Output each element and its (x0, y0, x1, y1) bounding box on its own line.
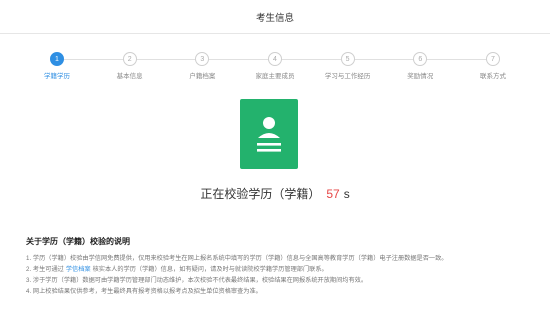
step-basic-info[interactable]: 2 基本信息 (101, 52, 159, 80)
step-number: 3 (195, 52, 210, 66)
profile-document-icon (257, 117, 281, 152)
verification-notes: 关于学历（学籍）校验的说明 1. 学历（学籍）校验由学信网免费提供，仅用来校验考… (26, 236, 531, 297)
step-label: 户籍档案 (189, 73, 216, 80)
note-text: 2. 考生可通过 (26, 266, 64, 273)
step-contact[interactable]: 7 联系方式 (464, 52, 522, 80)
step-number: 1 (50, 52, 64, 66)
step-number: 2 (122, 52, 137, 66)
step-number: 6 (413, 52, 428, 66)
progress-stepper: 1 学籍学历 2 基本信息 3 户籍档案 4 家庭主要成员 5 学习与工作经历 … (28, 52, 522, 80)
step-label: 学习与工作经历 (324, 73, 371, 80)
note-text: 核实本人的学历（学籍）信息，如有疑问，请及时与就读院校学籍学历管理部门联系。 (92, 266, 328, 273)
status-text: 正在校验学历（学籍） (200, 187, 321, 201)
step-label: 基本信息 (116, 73, 143, 80)
document-icon (240, 99, 298, 169)
xuexin-archive-link[interactable]: 学信档案 (66, 266, 91, 273)
step-household-archive[interactable]: 3 户籍档案 (173, 52, 231, 80)
note-item: 1. 学历（学籍）校验由学信网免费提供，仅用来校验考生在网上报名系统中填写的学历… (26, 255, 448, 262)
step-label: 联系方式 (479, 73, 506, 80)
countdown-seconds: 57 (326, 187, 340, 201)
note-item: 4. 网上校验结果仅供参考，考生最终具有报考资格以报考点及招生单位资格审查为准。 (26, 288, 262, 295)
step-number: 4 (267, 52, 282, 66)
step-label: 家庭主要成员 (255, 73, 295, 80)
step-study-work-history[interactable]: 5 学习与工作经历 (319, 52, 377, 80)
notes-title: 关于学历（学籍）校验的说明 (26, 237, 130, 246)
step-academic-records[interactable]: 1 学籍学历 (28, 52, 86, 80)
page-header: 考生信息 (0, 0, 550, 34)
step-family-members[interactable]: 4 家庭主要成员 (246, 52, 304, 80)
step-label: 奖励情况 (407, 73, 434, 80)
step-number: 5 (340, 52, 355, 66)
note-item: 2. 考生可通过 学信档案 核实本人的学历（学籍）信息，如有疑问，请及时与就读院校学… (26, 264, 531, 275)
step-awards[interactable]: 6 奖励情况 (391, 52, 449, 80)
page-title: 考生信息 (255, 12, 294, 24)
step-number: 7 (485, 52, 500, 66)
verification-status: 正在校验学历（学籍） 57 s (0, 185, 550, 202)
note-item: 3. 涉于学历（学籍）数据可由学籍学历管理部门动态维护，本次校验不代表最终结果，… (26, 277, 368, 284)
countdown-unit: s (343, 187, 350, 201)
step-label: 学籍学历 (44, 73, 70, 80)
